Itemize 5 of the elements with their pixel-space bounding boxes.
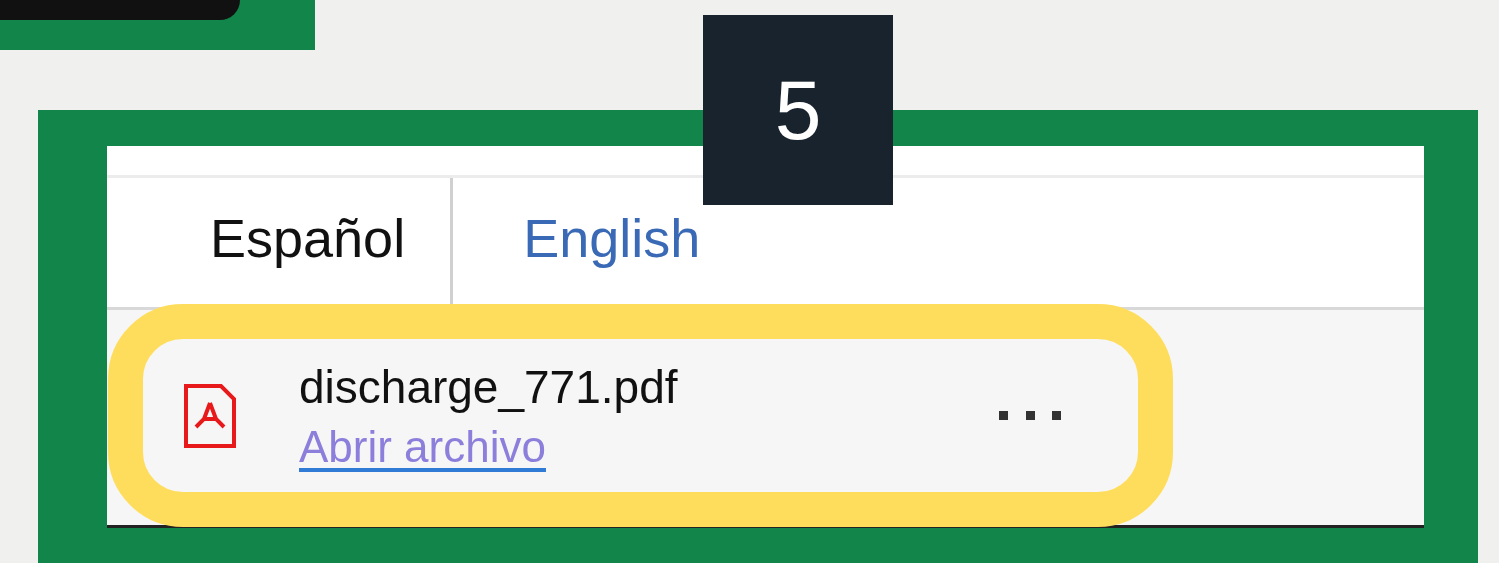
language-link[interactable]: English [453, 206, 701, 279]
pdf-file-icon [183, 383, 237, 449]
file-name: discharge_771.pdf [299, 360, 678, 414]
step-badge: 5 [703, 15, 893, 205]
language-link[interactable]: Español [107, 206, 451, 279]
